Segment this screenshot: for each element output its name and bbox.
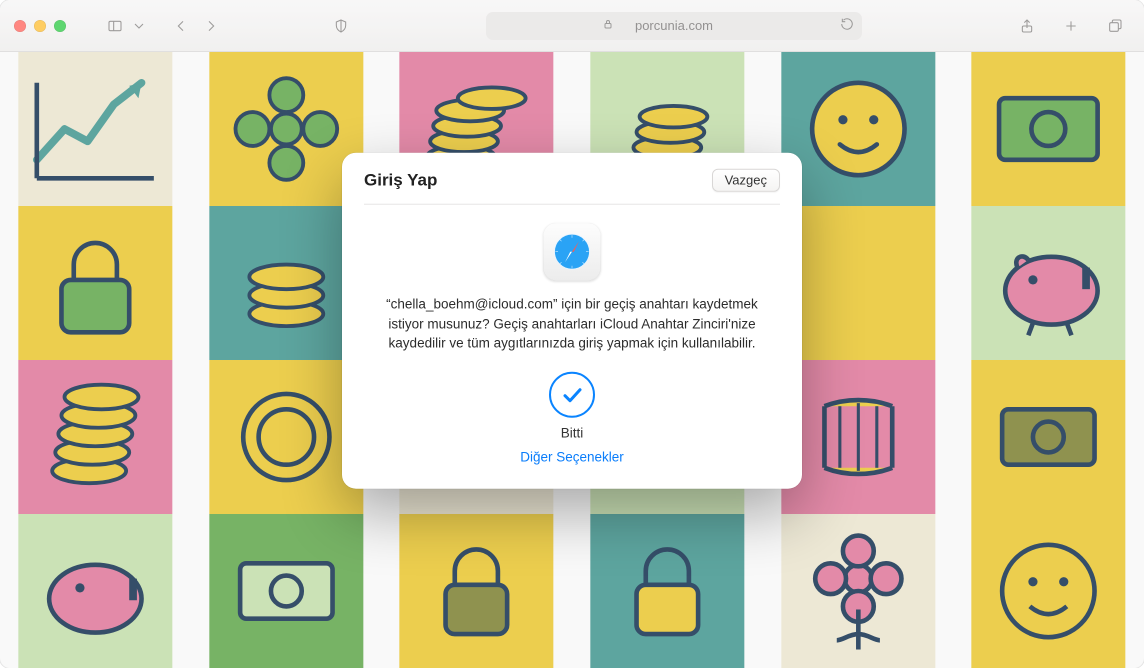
window-controls (14, 20, 66, 32)
sidebar-toggle-button[interactable] (100, 13, 130, 39)
bg-tile (0, 514, 191, 668)
share-button[interactable] (1012, 13, 1042, 39)
bg-tile (953, 360, 1144, 514)
privacy-report-button[interactable] (326, 13, 356, 39)
dialog-title: Giriş Yap (364, 170, 437, 190)
done-label: Bitti (364, 425, 780, 440)
sidebar-controls (100, 13, 148, 39)
dialog-message: “chella_boehm@icloud.com” için bir geçiş… (372, 295, 772, 354)
minimize-window-button[interactable] (34, 20, 46, 32)
cancel-button[interactable]: Vazgeç (712, 169, 780, 192)
dialog-body: “chella_boehm@icloud.com” için bir geçiş… (364, 223, 780, 467)
address-bar-text: porcunia.com (635, 18, 713, 33)
lock-icon (602, 18, 614, 33)
bg-tile (381, 514, 572, 668)
bg-tile (191, 514, 382, 668)
new-tab-button[interactable] (1056, 13, 1086, 39)
nav-controls (166, 13, 226, 39)
tab-overview-button[interactable] (1100, 13, 1130, 39)
success-checkmark-icon (549, 371, 595, 417)
bg-tile (953, 514, 1144, 668)
back-button[interactable] (166, 13, 196, 39)
other-options-link[interactable]: Diğer Seçenekler (520, 449, 624, 464)
reload-button[interactable] (840, 17, 854, 34)
dialog-header: Giriş Yap Vazgeç (364, 169, 780, 205)
tab-group-menu-button[interactable] (130, 13, 148, 39)
toolbar-right (1012, 13, 1130, 39)
bg-tile (763, 514, 954, 668)
fullscreen-window-button[interactable] (54, 20, 66, 32)
toolbar: porcunia.com (0, 0, 1144, 52)
bg-tile (0, 206, 191, 360)
browser-window: porcunia.com (0, 0, 1144, 668)
bg-tile (953, 52, 1144, 206)
bg-tile (0, 360, 191, 514)
bg-tile (572, 514, 763, 668)
safari-app-icon (543, 223, 601, 281)
close-window-button[interactable] (14, 20, 26, 32)
passkey-dialog: Giriş Yap Vazgeç “chella_boe (342, 153, 802, 489)
bg-tile (953, 206, 1144, 360)
forward-button[interactable] (196, 13, 226, 39)
bg-tile (0, 52, 191, 206)
address-bar[interactable]: porcunia.com (486, 12, 862, 40)
